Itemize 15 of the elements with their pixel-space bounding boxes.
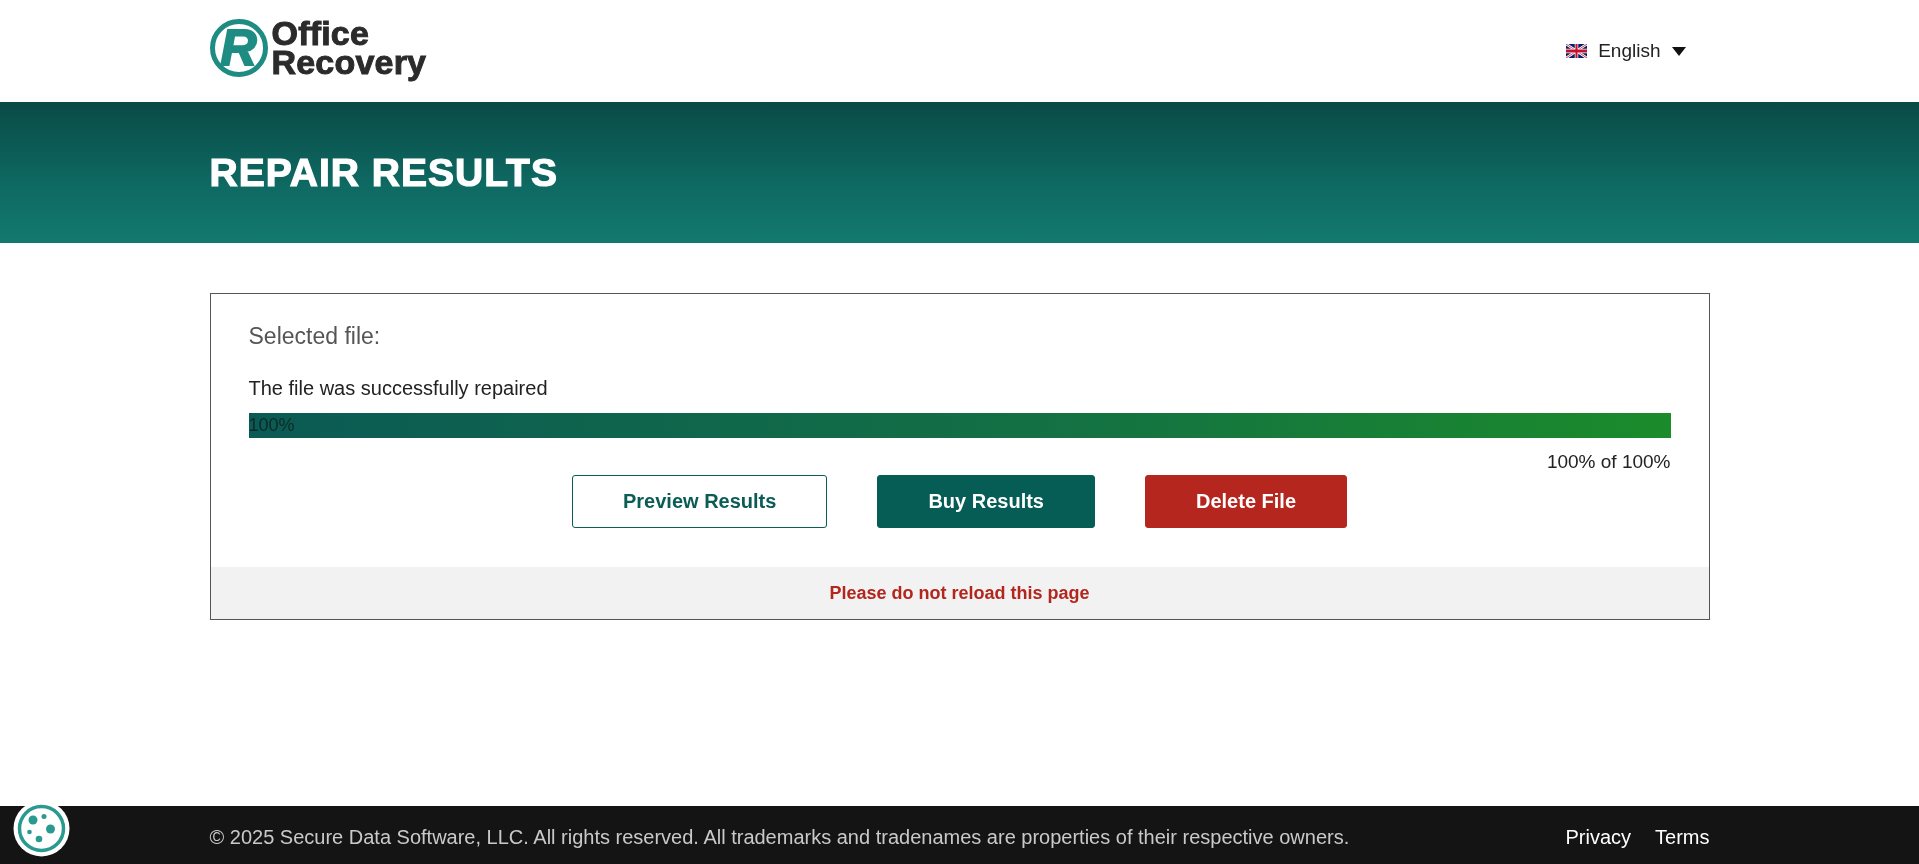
buy-results-button[interactable]: Buy Results: [877, 475, 1095, 528]
footer-link[interactable]: Terms: [1655, 825, 1710, 849]
caret-icon: [1671, 46, 1686, 56]
footer-link[interactable]: Privacy: [1565, 825, 1632, 849]
progress-reading: 100% of 100%: [1546, 450, 1671, 474]
status-message: The file was successfully repaired: [248, 376, 548, 400]
uk-flag-icon: [1566, 44, 1588, 58]
page-title: REPAIR RESULTS: [209, 149, 558, 196]
reload-warning: Please do not reload this page: [829, 582, 1090, 604]
selected-file-label: Selected file:: [248, 322, 381, 351]
preview-results-button[interactable]: Preview Results: [571, 475, 828, 528]
delete-file-button[interactable]: Delete File: [1145, 475, 1348, 528]
logo-mark: R: [209, 19, 268, 77]
copyright-text: © 2025 Secure Data Software, LLC. All rights reserved. All trademarks and tradenames are properties of their respective owners.: [209, 825, 1350, 849]
language-selector[interactable]: English: [1566, 40, 1686, 62]
